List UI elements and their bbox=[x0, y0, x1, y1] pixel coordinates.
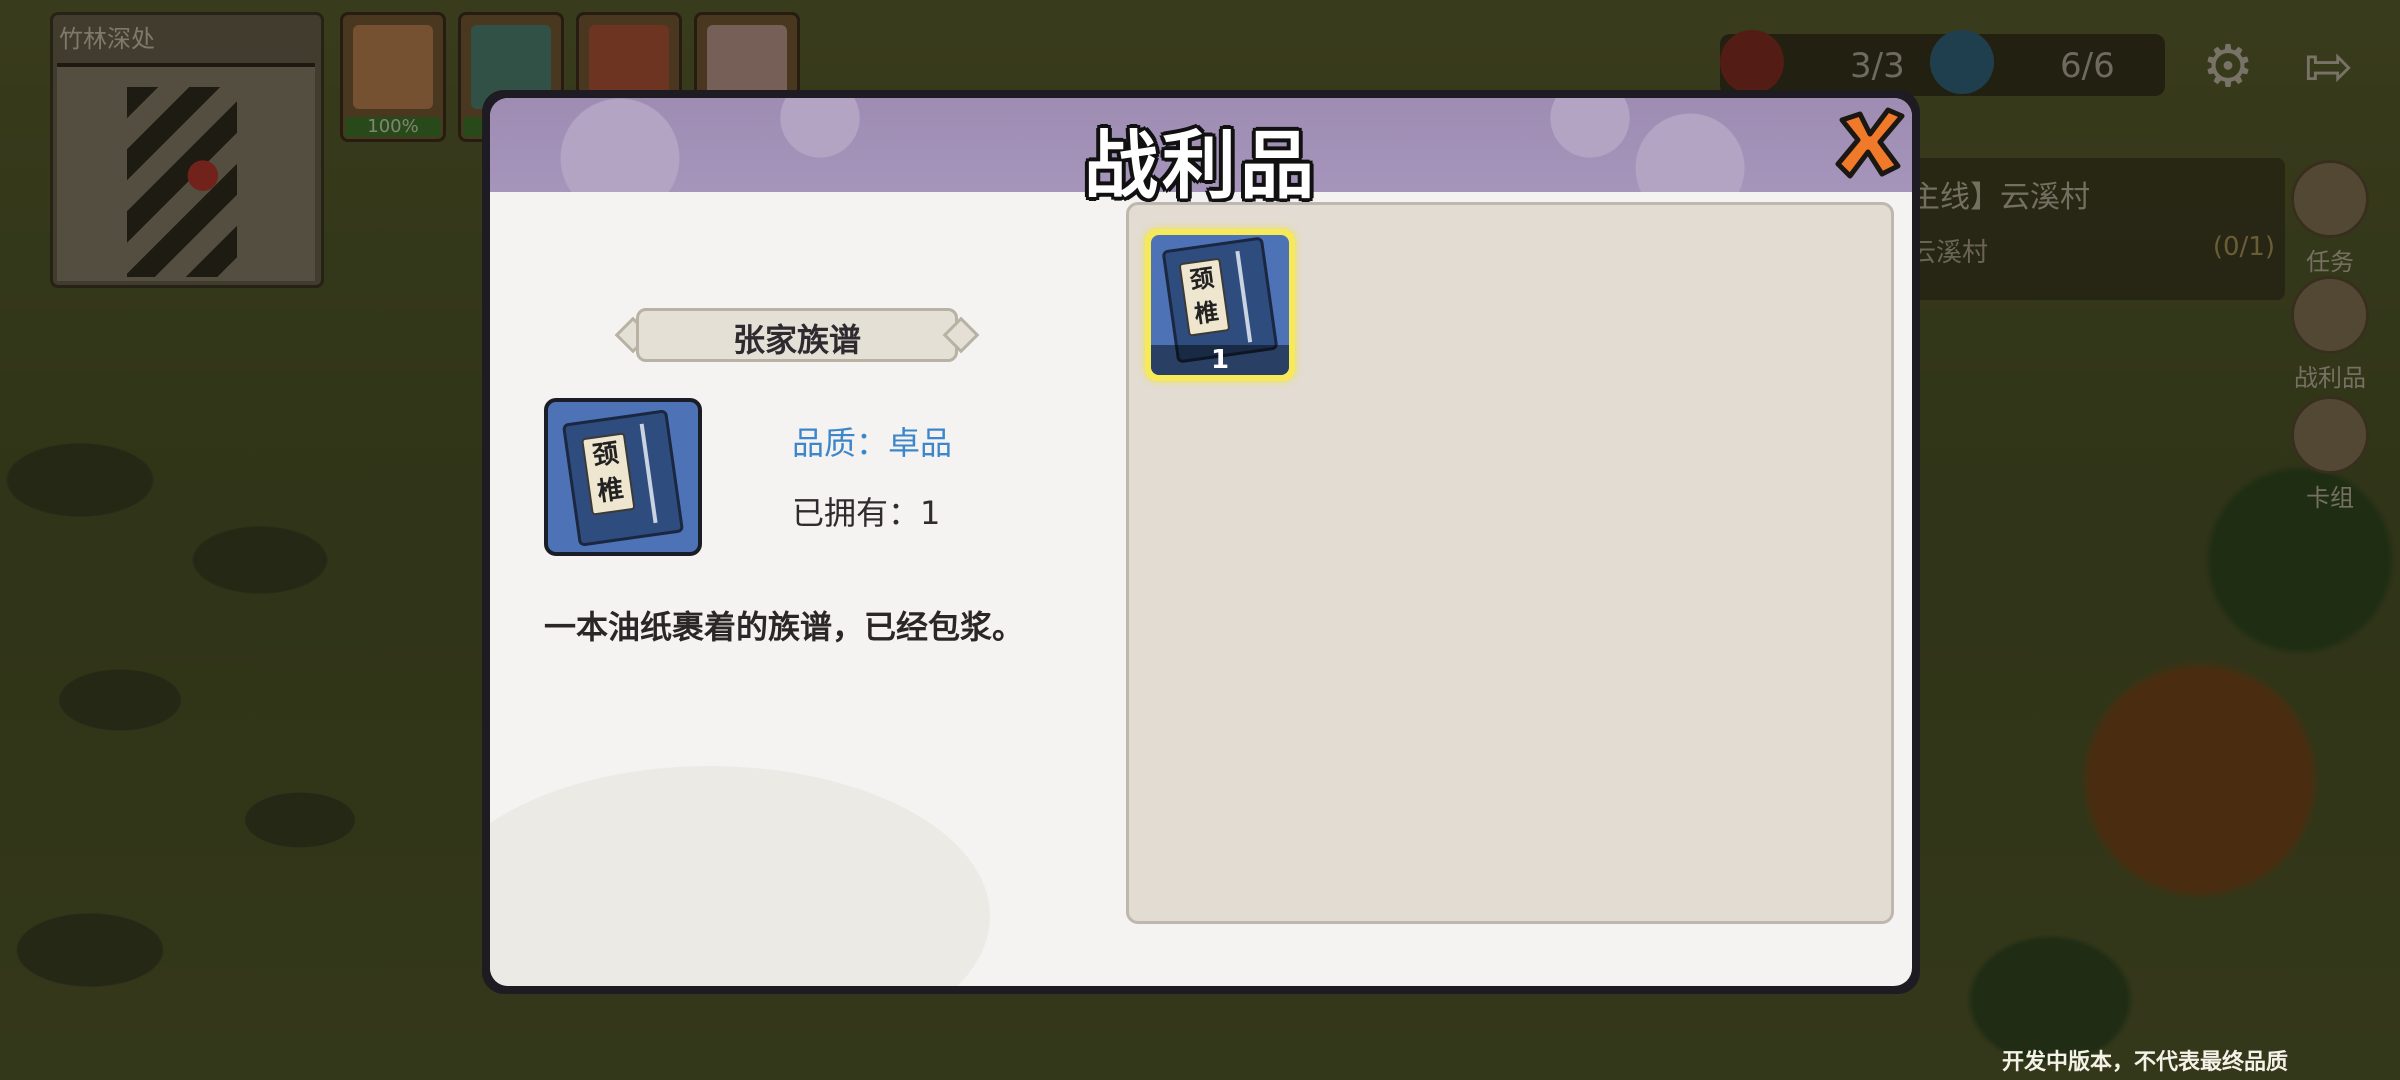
close-icon bbox=[1835, 107, 1905, 179]
item-name-banner: 张家族谱 bbox=[614, 308, 980, 362]
book-binding bbox=[639, 423, 658, 524]
item-detail-pane: 张家族谱 颈椎 品质：卓品 已拥有：1 一本油纸裹着的族谱，已经包浆。 bbox=[490, 192, 1110, 986]
book-label: 颈椎 bbox=[581, 432, 636, 516]
loot-slot[interactable]: 颈椎 1 bbox=[1145, 229, 1295, 381]
loot-grid: 颈椎 1 bbox=[1126, 202, 1894, 924]
item-name: 张家族谱 bbox=[732, 321, 861, 359]
loot-dialog: 战利品 张家族谱 颈椎 品质：卓品 已拥有：1 一本油纸裹着的族谱，已经包浆。 … bbox=[482, 90, 1920, 994]
item-description: 一本油纸裹着的族谱，已经包浆。 bbox=[544, 608, 1025, 646]
slot-count: 1 bbox=[1151, 345, 1289, 375]
dev-version-note: 开发中版本，不代表最终品质 bbox=[2002, 1050, 2289, 1075]
book-icon: 颈椎 bbox=[544, 398, 702, 556]
loot-dialog-body: 战利品 张家族谱 颈椎 品质：卓品 已拥有：1 一本油纸裹着的族谱，已经包浆。 … bbox=[490, 98, 1912, 986]
close-button[interactable] bbox=[1830, 102, 1910, 182]
book-label: 颈椎 bbox=[1178, 257, 1231, 337]
dialog-header: 战利品 bbox=[490, 98, 1912, 209]
cloud-decoration bbox=[490, 766, 990, 986]
item-owned-count: 已拥有：1 bbox=[792, 494, 941, 532]
book-cover: 颈椎 bbox=[561, 409, 685, 547]
item-quality: 品质：卓品 bbox=[792, 424, 953, 462]
book-icon: 颈椎 1 bbox=[1151, 235, 1289, 375]
book-binding bbox=[1235, 250, 1253, 343]
